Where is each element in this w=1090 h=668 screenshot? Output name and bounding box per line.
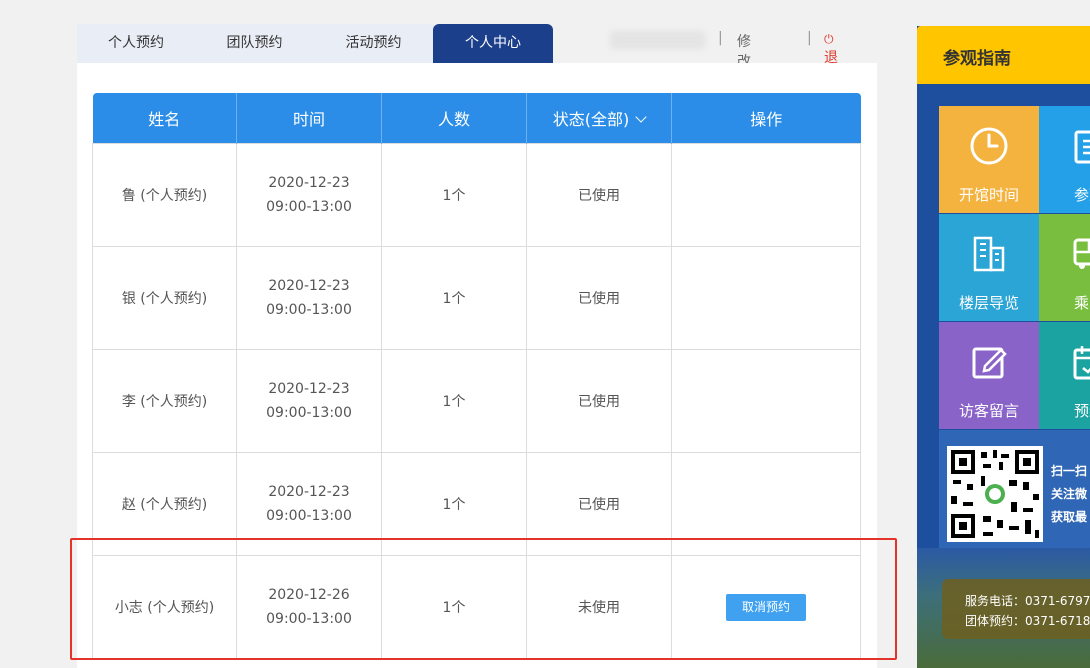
tile-visit[interactable]: 参观 xyxy=(1039,106,1090,213)
building-icon xyxy=(973,236,1005,272)
table-row: 银 (个人预约) 2020-12-23 09:00-13:00 1个 已使用 xyxy=(92,246,861,350)
cell-name: 赵 (个人预约) xyxy=(92,452,237,556)
header-name: 姓名 xyxy=(92,93,237,144)
guide-header: 参观指南 xyxy=(917,26,1090,84)
table-header-row: 姓名 时间 人数 状态(全部) 操作 xyxy=(92,93,861,144)
header-count: 人数 xyxy=(381,93,527,144)
cell-count: 1个 xyxy=(381,452,527,556)
cell-name: 李 (个人预约) xyxy=(92,349,237,453)
cell-slot: 09:00-13:00 xyxy=(266,611,352,627)
cell-status: 未使用 xyxy=(526,555,672,659)
cell-name: 鲁 (个人预约) xyxy=(92,143,237,247)
tab-activity-booking[interactable]: 活动预约 xyxy=(314,24,433,63)
username-blurred xyxy=(610,31,705,49)
bus-icon xyxy=(1073,238,1090,269)
edit-icon xyxy=(972,347,1007,379)
cell-count: 1个 xyxy=(381,246,527,350)
guide-title: 参观指南 xyxy=(943,49,1011,69)
qr-line: 关注微 xyxy=(1051,487,1088,501)
table-row: 小志 (个人预约) 2020-12-26 09:00-13:00 1个 未使用 取… xyxy=(92,555,861,659)
contact-box: 服务电话：0371-6797( 团体预约：0371-6718 xyxy=(942,579,1090,639)
cell-slot: 09:00-13:00 xyxy=(266,302,352,318)
cell-time: 2020-12-23 09:00-13:00 xyxy=(236,452,382,556)
visit-guide-panel: 参观指南 开馆时间 参观 楼层导览 乘车 访客留言 预约 xyxy=(917,26,1090,668)
qr-line: 扫一扫 xyxy=(1051,464,1088,478)
tile-transport[interactable]: 乘车 xyxy=(1039,214,1090,321)
chevron-down-icon xyxy=(635,111,647,123)
cell-slot: 09:00-13:00 xyxy=(266,405,352,421)
separator: | xyxy=(718,30,723,46)
tile-label: 访客留言 xyxy=(958,402,1019,420)
cell-date: 2020-12-23 xyxy=(268,175,350,191)
cell-time: 2020-12-26 09:00-13:00 xyxy=(236,555,382,659)
group-booking-phone: 团体预约：0371-6718 xyxy=(965,614,1090,628)
cell-status: 已使用 xyxy=(526,452,672,556)
cell-time: 2020-12-23 09:00-13:00 xyxy=(236,246,382,350)
status-filter-label: 状态(全部) xyxy=(552,110,630,129)
cell-name: 小志 (个人预约) xyxy=(92,555,237,659)
tile-label: 参观 xyxy=(1073,186,1090,204)
cell-status: 已使用 xyxy=(526,349,672,453)
tile-label: 开馆时间 xyxy=(958,186,1019,204)
tab-team-booking[interactable]: 团队预约 xyxy=(195,24,314,63)
qr-line: 获取最 xyxy=(1051,510,1088,524)
cell-name: 银 (个人预约) xyxy=(92,246,237,350)
qr-code-graphic xyxy=(951,450,1039,538)
qr-section: 扫一扫 关注微 获取最 xyxy=(939,430,1090,548)
header-action: 操作 xyxy=(671,93,861,144)
cell-action xyxy=(671,349,861,453)
power-icon: ⏻ xyxy=(824,32,834,46)
clipboard-icon xyxy=(1074,130,1090,164)
table-row: 赵 (个人预约) 2020-12-23 09:00-13:00 1个 已使用 xyxy=(92,452,861,556)
cell-count: 1个 xyxy=(381,143,527,247)
reservation-table: 姓名 时间 人数 状态(全部) 操作 鲁 (个人预约) 2020-12-23 09… xyxy=(92,93,861,659)
clock-icon xyxy=(970,127,1008,165)
cell-action xyxy=(671,246,861,350)
tab-personal-center[interactable]: 个人中心 xyxy=(433,24,553,63)
header-time: 时间 xyxy=(236,93,382,144)
tile-visitor-message[interactable]: 访客留言 xyxy=(939,322,1039,429)
qr-code xyxy=(947,446,1043,542)
qr-caption: 扫一扫 关注微 获取最 xyxy=(1051,460,1087,529)
cell-status: 已使用 xyxy=(526,246,672,350)
cell-date: 2020-12-23 xyxy=(268,381,350,397)
tile-opening-hours[interactable]: 开馆时间 xyxy=(939,106,1039,213)
separator: | xyxy=(807,30,812,46)
cell-count: 1个 xyxy=(381,555,527,659)
main-panel: 姓名 时间 人数 状态(全部) 操作 鲁 (个人预约) 2020-12-23 09… xyxy=(77,63,877,668)
cancel-booking-button[interactable]: 取消预约 xyxy=(726,593,806,621)
cell-date: 2020-12-23 xyxy=(268,278,350,294)
calendar-icon xyxy=(1073,346,1090,380)
tab-bar: 个人预约 团队预约 活动预约 个人中心 xyxy=(77,24,877,63)
service-phone: 服务电话：0371-6797( xyxy=(965,594,1090,608)
tab-personal-booking[interactable]: 个人预约 xyxy=(77,24,195,63)
tile-floor-guide[interactable]: 楼层导览 xyxy=(939,214,1039,321)
cell-action xyxy=(671,452,861,556)
tile-booking[interactable]: 预约 xyxy=(1039,322,1090,429)
cell-action xyxy=(671,143,861,247)
table-row: 鲁 (个人预约) 2020-12-23 09:00-13:00 1个 已使用 xyxy=(92,143,861,247)
cell-date: 2020-12-23 xyxy=(268,484,350,500)
cell-slot: 09:00-13:00 xyxy=(266,199,352,215)
cell-date: 2020-12-26 xyxy=(268,587,350,603)
cell-slot: 09:00-13:00 xyxy=(266,508,352,524)
table-row: 李 (个人预约) 2020-12-23 09:00-13:00 1个 已使用 xyxy=(92,349,861,453)
cell-status: 已使用 xyxy=(526,143,672,247)
cell-time: 2020-12-23 09:00-13:00 xyxy=(236,143,382,247)
cell-action: 取消预约 xyxy=(671,555,861,659)
status-filter-dropdown[interactable]: 状态(全部) xyxy=(526,93,672,144)
cell-time: 2020-12-23 09:00-13:00 xyxy=(236,349,382,453)
cell-count: 1个 xyxy=(381,349,527,453)
tile-label: 预约 xyxy=(1073,402,1090,420)
contact-text: 服务电话：0371-6797( 团体预约：0371-6718 xyxy=(965,591,1090,631)
tile-label: 乘车 xyxy=(1073,294,1090,312)
tile-label: 楼层导览 xyxy=(958,294,1019,312)
